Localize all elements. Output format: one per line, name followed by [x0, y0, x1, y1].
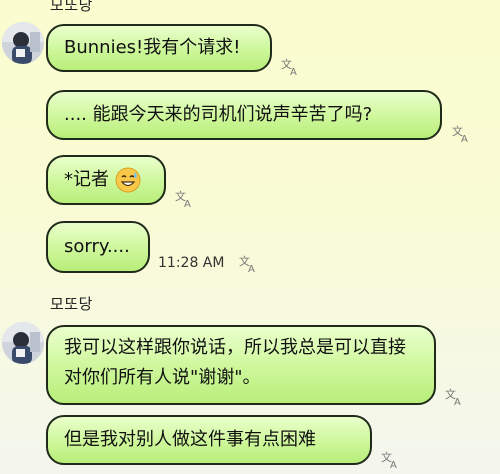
message-text: .... 能跟今天来的司机们说声辛苦了吗? — [64, 104, 373, 125]
translate-icon[interactable]: 文 A — [238, 253, 258, 273]
translate-icon[interactable]: 文 A — [451, 123, 471, 143]
message-text: sorry.... — [64, 236, 130, 257]
svg-text:A: A — [454, 397, 461, 406]
svg-text:A: A — [290, 67, 297, 76]
message-text: 我可以这样跟你说话，所以我总是可以直接对你们所有人说"谢谢"。 — [64, 337, 406, 388]
avatar[interactable] — [2, 322, 44, 364]
sender-name: 모또당 — [50, 295, 93, 313]
chat-bubble[interactable]: 我可以这样跟你说话，所以我总是可以直接对你们所有人说"谢谢"。 — [46, 325, 436, 405]
svg-text:A: A — [390, 460, 397, 469]
svg-text:A: A — [248, 264, 255, 273]
svg-text:A: A — [461, 134, 468, 143]
message-timestamp: 11:28 AM — [158, 255, 225, 271]
translate-icon[interactable]: 文 A — [174, 188, 194, 208]
chat-bubble[interactable]: .... 能跟今天来的司机们说声辛苦了吗? — [46, 90, 442, 140]
message-text: 但是我对别人做这件事有点困难 — [64, 429, 316, 450]
translate-icon[interactable]: 文 A — [280, 56, 300, 76]
chat-bubble[interactable]: *记者 — [46, 155, 166, 205]
translate-icon[interactable]: 文 A — [444, 386, 464, 406]
chat-bubble[interactable]: 但是我对别人做这件事有点困难 — [46, 415, 372, 465]
message-text: *记者 — [64, 169, 109, 190]
sender-name: 모또당 — [50, 0, 93, 14]
chat-bubble[interactable]: sorry.... — [46, 221, 150, 273]
svg-text:A: A — [184, 199, 191, 208]
translate-icon[interactable]: 文 A — [380, 449, 400, 469]
sweat-smile-emoji — [115, 167, 141, 193]
chat-bubble[interactable]: Bunnies!我有个请求! — [46, 24, 272, 72]
avatar[interactable] — [2, 22, 44, 64]
message-text: Bunnies!我有个请求! — [64, 37, 241, 58]
